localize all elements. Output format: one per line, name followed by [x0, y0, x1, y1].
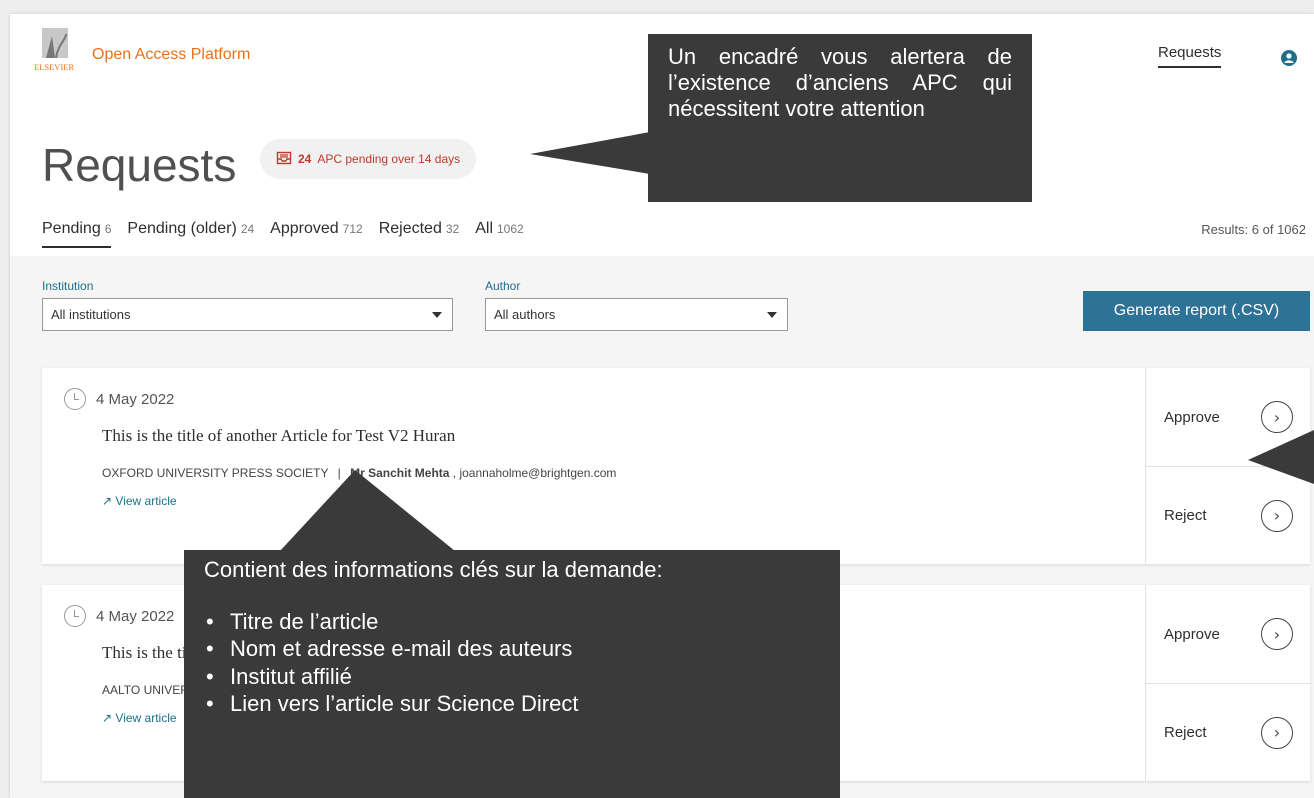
callout-list: Titre de l’article Nom et adresse e-mail…	[204, 608, 820, 718]
request-info-callout: Contient des informations clés sur la de…	[184, 550, 840, 798]
request-card: 4 May 2022 This is the title of another …	[42, 368, 1311, 564]
tab-count: 712	[342, 222, 363, 236]
tab-count: 6	[104, 222, 112, 236]
author-name: Mr Sanchit Mehta	[350, 466, 450, 480]
chevron-right-icon: ›	[1261, 716, 1293, 749]
clock-icon	[64, 388, 86, 410]
alert-callout-pointer	[530, 132, 650, 174]
elsevier-logo[interactable]: ELSEVIER	[32, 24, 90, 84]
alert-text: APC pending over 14 days	[317, 152, 461, 166]
user-account-icon[interactable]	[1281, 50, 1297, 66]
chevron-right-icon: ›	[1261, 499, 1293, 532]
page-title: Requests	[42, 139, 237, 191]
pending-apc-alert-badge[interactable]: 24 APC pending over 14 days	[260, 139, 477, 179]
institution-label: Institution	[42, 279, 94, 293]
tab-count: 24	[240, 222, 255, 236]
reject-label: Reject	[1164, 724, 1207, 741]
publisher-name: OXFORD UNIVERSITY PRESS SOCIETY	[102, 466, 329, 480]
tab-approved[interactable]: Approved 712	[270, 220, 363, 248]
institution-value: All institutions	[51, 307, 131, 322]
nav-requests-link[interactable]: Requests	[1158, 44, 1222, 68]
reject-button[interactable]: Reject ›	[1146, 683, 1311, 781]
tab-count: 1062	[497, 222, 524, 236]
request-actions: Approve › Reject ›	[1145, 368, 1311, 564]
tab-count: 32	[445, 222, 460, 236]
author-label: Author	[485, 279, 521, 293]
external-arrow-icon: ↗	[102, 494, 113, 508]
results-count: Results: 6 of 1062	[1201, 222, 1306, 237]
reject-button[interactable]: Reject ›	[1146, 466, 1311, 564]
alert-explanation-callout: Un encadré vous alertera de l’existence …	[648, 34, 1032, 202]
author-select[interactable]: All authors	[485, 298, 788, 331]
callout-list-item: Institut affilié	[204, 663, 820, 691]
view-article-link[interactable]: ↗ View article	[102, 494, 177, 508]
callout-list-item: Titre de l’article	[204, 608, 820, 636]
approve-label: Approve	[1164, 408, 1220, 426]
approve-button[interactable]: Approve ›	[1146, 585, 1311, 683]
reject-label: Reject	[1164, 507, 1207, 524]
alert-count: 24	[298, 152, 312, 166]
tab-label: Pending (older)	[127, 220, 237, 237]
callout-list-item: Lien vers l’article sur Science Direct	[204, 690, 820, 718]
tab-pending[interactable]: Pending 6	[42, 220, 112, 248]
separator: |	[337, 466, 341, 480]
chevron-right-icon: ›	[1261, 618, 1293, 650]
tab-pending-older[interactable]: Pending (older) 24	[127, 220, 254, 248]
request-date: 4 May 2022	[64, 605, 174, 627]
tab-label: Pending	[42, 220, 101, 237]
author-value: All authors	[494, 307, 556, 322]
approve-button[interactable]: Approve ›	[1146, 368, 1311, 466]
inbox-icon	[276, 151, 292, 168]
generate-report-button[interactable]: Generate report (.CSV)	[1083, 291, 1310, 331]
tab-all[interactable]: All 1062	[475, 220, 523, 248]
institution-select[interactable]: All institutions	[42, 298, 453, 331]
author-email: , joannaholme@brightgen.com	[452, 466, 617, 480]
view-article-text: View article	[115, 494, 177, 508]
logo-wordmark: ELSEVIER	[34, 62, 74, 72]
approve-label: Approve	[1164, 625, 1220, 643]
tab-label: Rejected	[378, 220, 442, 237]
request-actions: Approve › Reject ›	[1145, 585, 1311, 781]
external-arrow-icon: ↗	[102, 711, 113, 725]
platform-name[interactable]: Open Access Platform	[92, 46, 250, 64]
view-article-link[interactable]: ↗ View article	[102, 711, 177, 725]
callout-list-item: Nom et adresse e-mail des auteurs	[204, 635, 820, 663]
tab-rejected[interactable]: Rejected 32	[379, 220, 460, 248]
caret-down-icon	[767, 311, 777, 318]
callout-heading: Contient des informations clés sur la de…	[204, 557, 663, 582]
status-tabs: Pending 6 Pending (older) 24 Approved 712 R…	[42, 220, 524, 248]
date-text: 4 May 2022	[96, 607, 175, 625]
app-frame: ELSEVIER Open Access Platform Requests R…	[10, 14, 1314, 798]
article-meta: OXFORD UNIVERSITY PRESS SOCIETY | Mr San…	[102, 466, 616, 480]
request-date: 4 May 2022	[64, 388, 174, 410]
article-title: This is the title of another Article for…	[102, 426, 456, 445]
caret-down-icon	[432, 311, 442, 318]
tab-label: All	[475, 220, 493, 237]
tab-label: Approved	[270, 220, 339, 237]
clock-icon	[64, 605, 86, 627]
chevron-right-icon: ›	[1261, 401, 1293, 433]
date-text: 4 May 2022	[96, 390, 175, 408]
view-article-text: View article	[115, 711, 177, 725]
